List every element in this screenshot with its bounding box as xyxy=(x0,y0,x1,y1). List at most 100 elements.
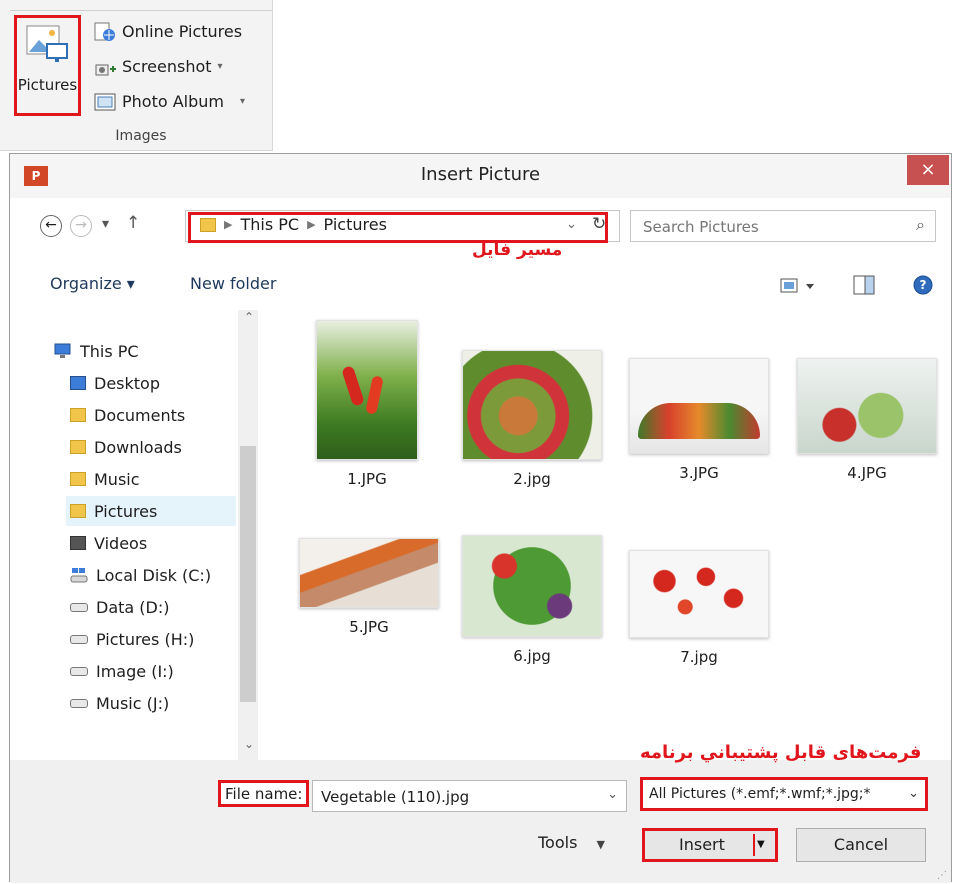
new-folder-button[interactable]: New folder xyxy=(190,274,276,293)
chevron-down-icon: ⌄ xyxy=(908,786,919,801)
forward-button[interactable]: → xyxy=(70,215,92,237)
navigation-pane: ⌃ ⌄ This PC Desktop Documents Downloads … xyxy=(10,310,262,760)
photo-album-icon xyxy=(94,93,116,111)
recent-locations-chevron-icon[interactable]: ▾ xyxy=(102,216,109,232)
insert-button[interactable]: Insert ▼ xyxy=(642,828,778,862)
nav-item-label: Documents xyxy=(94,405,186,425)
search-icon[interactable]: ⌕ xyxy=(916,215,925,235)
chevron-down-icon: ▼ xyxy=(757,839,765,850)
scroll-up-icon[interactable]: ⌃ xyxy=(244,310,254,324)
drive-icon xyxy=(70,666,88,676)
nav-item-videos[interactable]: Videos xyxy=(70,528,147,558)
photo-album-button[interactable]: Photo Album ▾ xyxy=(94,88,245,116)
nav-item-documents[interactable]: Documents xyxy=(70,400,185,430)
file-thumbnail xyxy=(462,350,602,460)
nav-scrollbar-thumb[interactable] xyxy=(240,446,256,702)
nav-item-label: Data (D:) xyxy=(96,597,170,617)
address-highlight xyxy=(188,212,608,243)
close-button[interactable]: × xyxy=(907,155,949,185)
nav-item-music-j[interactable]: Music (J:) xyxy=(70,688,169,718)
screenshot-button[interactable]: Screenshot ▾ xyxy=(94,53,223,81)
nav-item-label: Pictures (H:) xyxy=(96,629,195,649)
drive-icon xyxy=(70,634,88,644)
desktop-folder-icon xyxy=(70,376,86,390)
file-tile-1[interactable]: 1.JPG xyxy=(312,320,422,488)
file-list: 1.JPG 2.jpg 3.JPG 4.JPG 5.JPG 6.jpg 7.jp… xyxy=(262,310,951,760)
documents-folder-icon xyxy=(70,408,86,422)
downloads-folder-icon xyxy=(70,440,86,454)
file-name: 4.JPG xyxy=(847,464,887,482)
file-tile-2[interactable]: 2.jpg xyxy=(460,350,604,488)
videos-folder-icon xyxy=(70,536,86,550)
file-tile-5[interactable]: 5.JPG xyxy=(297,538,441,636)
back-button[interactable]: ← xyxy=(40,215,62,237)
chevron-down-icon: ▼ xyxy=(596,838,605,851)
photo-album-label: Photo Album xyxy=(122,92,224,111)
view-options-icon[interactable] xyxy=(780,276,820,296)
windows-drive-icon xyxy=(70,568,88,583)
search-box[interactable]: ⌕ xyxy=(630,210,936,242)
nav-item-data-d[interactable]: Data (D:) xyxy=(70,592,169,622)
nav-item-label: Local Disk (C:) xyxy=(96,565,212,585)
tools-label: Tools xyxy=(538,833,578,852)
file-thumbnail xyxy=(629,550,769,638)
nav-item-label: Desktop xyxy=(94,373,160,393)
file-name: 6.jpg xyxy=(513,647,551,665)
chevron-down-icon: ▾ xyxy=(240,96,246,107)
file-name-label: File name: xyxy=(218,780,310,807)
file-name: 5.JPG xyxy=(349,618,389,636)
nav-item-downloads[interactable]: Downloads xyxy=(70,432,182,462)
resize-grip-icon[interactable]: ⋰ xyxy=(937,870,947,881)
file-type-value: All Pictures (*.emf;*.wmf;*.jpg;* xyxy=(649,786,871,802)
nav-item-label: Downloads xyxy=(94,437,182,457)
file-name-input[interactable] xyxy=(319,787,593,807)
file-tile-7[interactable]: 7.jpg xyxy=(627,550,771,666)
nav-item-label: Image (I:) xyxy=(96,661,174,681)
screenshot-label: Screenshot xyxy=(122,57,212,76)
file-tile-6[interactable]: 6.jpg xyxy=(460,535,604,665)
help-icon[interactable]: ? xyxy=(912,274,934,296)
dialog-title: Insert Picture xyxy=(420,164,541,185)
online-pictures-button[interactable]: Online Pictures xyxy=(94,18,242,46)
tools-button[interactable]: Tools ▼ xyxy=(538,833,605,852)
title-bar: P Insert Picture × xyxy=(10,154,951,198)
nav-item-music[interactable]: Music xyxy=(70,464,140,494)
insert-split-dropdown[interactable]: ▼ xyxy=(753,834,769,856)
nav-item-desktop[interactable]: Desktop xyxy=(70,368,160,398)
online-pictures-label: Online Pictures xyxy=(122,22,243,41)
preview-pane-icon[interactable] xyxy=(853,275,875,295)
nav-item-label: Pictures xyxy=(94,501,158,521)
nav-item-local-disk-c[interactable]: Local Disk (C:) xyxy=(70,560,211,590)
organize-button[interactable]: Organize ▾ xyxy=(50,274,135,293)
file-name: 3.JPG xyxy=(679,464,719,482)
file-name: 2.jpg xyxy=(513,470,551,488)
file-name: 1.JPG xyxy=(347,470,387,488)
music-folder-icon xyxy=(70,472,86,486)
pictures-icon xyxy=(26,25,68,62)
nav-item-label: Music (J:) xyxy=(96,693,170,713)
chevron-down-icon[interactable]: ⌄ xyxy=(607,787,618,802)
insert-picture-dialog: P Insert Picture × ← → ▾ ↑ ▶ This PC ▶ P… xyxy=(9,153,952,883)
file-name: 7.jpg xyxy=(680,648,718,666)
up-arrow-icon[interactable]: ↑ xyxy=(126,213,140,233)
pictures-button[interactable]: Pictures xyxy=(14,15,81,116)
scroll-down-icon[interactable]: ⌄ xyxy=(244,737,254,751)
search-input[interactable] xyxy=(641,216,895,238)
online-pictures-icon xyxy=(94,22,115,41)
cancel-button[interactable]: Cancel xyxy=(796,828,926,862)
ribbon-divider xyxy=(10,10,272,11)
nav-item-pictures[interactable]: Pictures xyxy=(66,496,236,526)
file-name-combobox[interactable]: ⌄ xyxy=(312,780,627,812)
file-tile-3[interactable]: 3.JPG xyxy=(627,358,771,482)
group-label: Images xyxy=(115,128,167,144)
dialog-footer: فرمت‌های قابل پشتيباني برنامه File name:… xyxy=(10,742,951,883)
nav-item-label: Videos xyxy=(94,533,148,553)
computer-icon xyxy=(54,343,71,358)
nav-item-this-pc[interactable]: This PC xyxy=(52,336,139,366)
nav-item-pictures-h[interactable]: Pictures (H:) xyxy=(70,624,194,654)
file-thumbnail xyxy=(797,358,937,454)
nav-item-image-i[interactable]: Image (I:) xyxy=(70,656,174,686)
file-tile-4[interactable]: 4.JPG xyxy=(795,358,939,482)
file-type-filter[interactable]: All Pictures (*.emf;*.wmf;*.jpg;* ⌄ xyxy=(640,777,928,811)
insert-label: Insert xyxy=(679,835,725,854)
